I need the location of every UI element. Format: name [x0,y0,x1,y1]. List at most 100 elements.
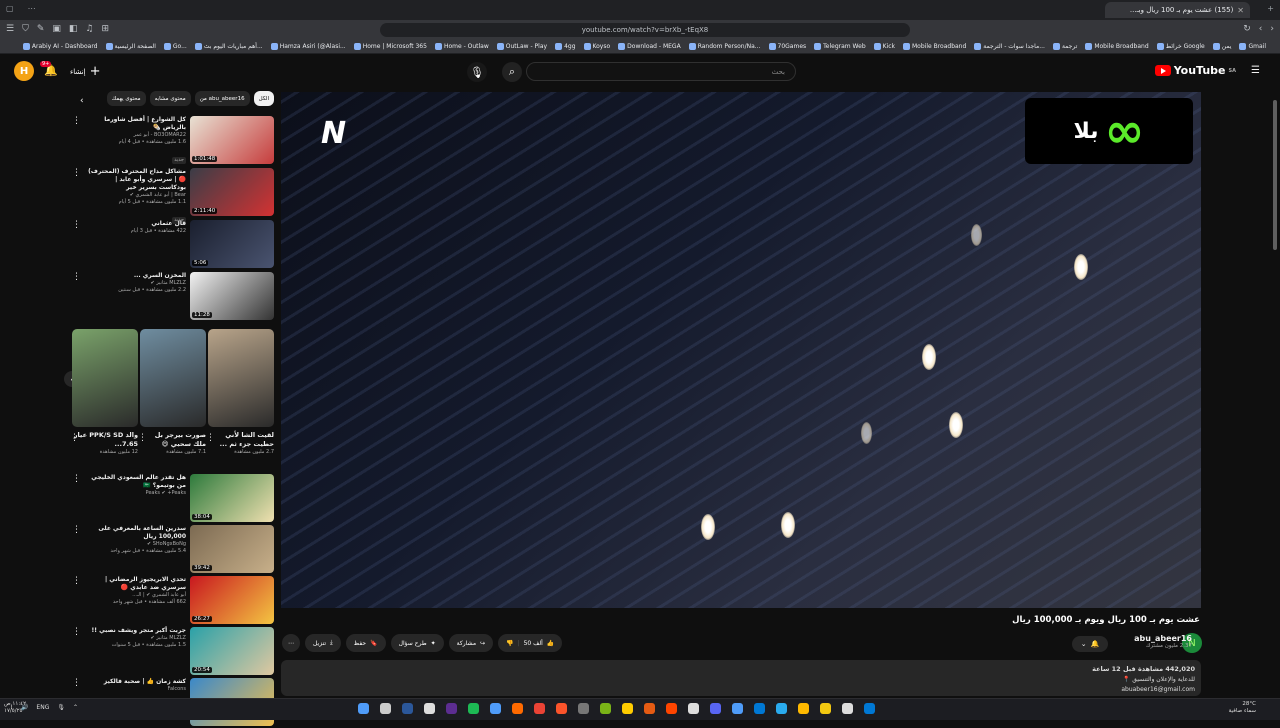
ask-button[interactable]: طرح سؤال ✦ [390,634,444,652]
taskbar-app-icon[interactable] [644,703,655,714]
video-title[interactable]: جربت أكبر متجر ويشف نصبي !! [86,627,186,635]
more-options-icon[interactable]: ⋮ [72,220,81,230]
video-thumbnail[interactable]: 2:11:40 [190,168,274,216]
taskbar-app-icon[interactable] [864,703,875,714]
bookmark-item[interactable]: Gmail [1239,43,1266,50]
address-bar[interactable]: youtube.com/watch?v=brXb_-tEqX8 [380,23,910,37]
restore-icon[interactable]: ▢ [6,4,14,13]
taskbar-app-icon[interactable] [820,703,831,714]
download-button[interactable]: تنزيل ⤓ [305,634,341,652]
channel-name[interactable]: Peaks ✔ +Peaks [86,490,186,497]
bookmark-item[interactable]: Telegram Web [814,43,866,50]
bookmark-item[interactable]: 4gg [555,43,576,50]
related-video[interactable]: 38:04 هل تقدر عالم السعودي الخليجي من بو… [72,474,274,524]
subscribed-button[interactable]: ⌄ 🔔 [1072,636,1108,652]
chip-channel[interactable]: من abu_abeer16 [194,91,250,106]
chip-for-you[interactable]: محتوى يهمك [106,91,146,106]
short-thumbnail[interactable] [208,329,274,427]
channel-owner[interactable]: abu_abeer16 2.37 مليون مشترك [1134,634,1192,649]
bookmark-item[interactable]: 70Games [768,43,806,50]
video-title[interactable]: تحدي الابريجيوز الرمضاني | سرسري ضد عابد… [86,576,186,592]
tab-active[interactable]: ✕ (155) عشت يوم بـ 100 ريال وبـ... [1105,2,1250,18]
taskbar-app-icon[interactable] [512,703,523,714]
create-button[interactable]: إنشاء + [70,64,100,79]
chevron-up-icon[interactable]: ⌃ [73,704,78,711]
more-actions-button[interactable]: ⋯ [282,634,300,652]
music-icon[interactable]: ♫ [85,24,93,34]
clock[interactable]: ١١:٤٢ ص ١٧/٥/٢٥ [4,701,26,715]
search-icon[interactable]: ⌕ [502,62,522,82]
taskbar-app-icon[interactable] [666,703,677,714]
bookmark-item[interactable]: OutLaw - Play [496,43,547,50]
page-scrollbar[interactable] [1273,100,1277,250]
taskbar-app-icon[interactable] [556,703,567,714]
bookmark-item[interactable]: Go... [163,43,187,50]
menu-icon[interactable]: ☰ [6,24,14,34]
short-more-icon[interactable]: ⋮ [206,433,215,443]
screen-icon[interactable]: ⊞ [102,24,110,34]
short-title[interactable]: والد PPK/S SD عيار 7.65... [72,431,138,449]
more-options-icon[interactable]: ⋮ [72,474,81,484]
bookmark-item[interactable]: ماجدا سوات - الترجمة... [974,43,1045,50]
taskbar-app-icon[interactable] [380,703,391,714]
new-tab-icon[interactable]: + [1267,4,1274,13]
mic-icon[interactable]: 🎙 [467,62,487,82]
taskbar-app-icon[interactable] [732,703,743,714]
taskbar-app-icon[interactable] [446,703,457,714]
taskbar-app-icon[interactable] [490,703,501,714]
bookmark-item[interactable]: Koyso [583,43,610,50]
taskbar-app-icon[interactable] [578,703,589,714]
channel-name[interactable]: MLZLZ مثانيز ✔ [86,280,187,287]
taskbar-app-icon[interactable] [842,703,853,714]
related-video[interactable]: 2:11:40 مشاكل مداح المحترف (المحترف) 🔴 |… [72,168,274,224]
short-title[interactable]: صورت بيرجر بل ملك سحبي 😄 [140,431,206,449]
video-title[interactable]: سدرين الساعة بالمعرفي على 100,000 ريال [86,525,186,541]
more-options-icon[interactable]: ⋮ [72,525,81,535]
short-thumbnail[interactable] [140,329,206,427]
more-options-icon[interactable]: ⋮ [72,627,81,637]
more-options-icon[interactable]: ⋮ [72,576,81,586]
chip-all[interactable]: الكل [253,91,274,106]
avatar[interactable]: H [14,61,34,81]
guide-menu-icon[interactable]: ☰ [1251,65,1260,76]
taskbar-app-icon[interactable] [600,703,611,714]
mic-tray-icon[interactable]: 🎙 [57,704,65,711]
video-title[interactable]: كشة زمان 👍 | صحبة فالكيز [86,678,186,686]
related-video[interactable]: 11:28 المخزن السري ... MLZLZ مثانيز ✔ 2.… [72,272,274,322]
dots-icon[interactable]: ⋯ [28,4,36,13]
video-thumbnail[interactable]: 38:04 [190,474,274,522]
short-more-icon[interactable]: ⋮ [70,433,79,443]
chip-similar[interactable]: محتوى مشابه [149,91,191,106]
channel-name[interactable]: BO3OMAR22 - أبو عمر [86,132,186,139]
forward-icon[interactable]: › [1270,24,1274,34]
bookmark-item[interactable]: Kick [873,43,895,50]
video-thumbnail[interactable]: 39:42 [190,525,274,573]
taskbar-app-icon[interactable] [468,703,479,714]
related-video[interactable]: 20:54 جربت أكبر متجر ويشف نصبي !! MLZLZ … [72,627,274,677]
bookmark-item[interactable]: Random Person/Na... [688,43,761,50]
video-title[interactable]: المخزن السري ... [86,272,186,280]
channel-name[interactable]: MLZLZ مثانيز ✔ [86,635,187,642]
window-icon[interactable]: ▣ [52,24,61,34]
weather-widget[interactable]: 28°C سماء صافية [1229,701,1256,715]
related-video[interactable]: 5:06 قال عثماني 422 مشاهدة • قبل 3 أيام … [72,220,274,270]
like-icon[interactable]: 👍 [547,640,554,647]
taskbar-app-icon[interactable] [754,703,765,714]
taskbar-app-icon[interactable] [424,703,435,714]
short-title[interactable]: لقيت الشا لأني حطيت جزء ثم ... [208,431,274,449]
video-thumbnail[interactable]: 20:54 [190,627,274,675]
video-player[interactable]: N بلا ∞ [281,92,1201,608]
taskbar-app-icon[interactable] [534,703,545,714]
taskbar-app-icon[interactable] [622,703,633,714]
channel-name[interactable]: SHoNgxBoNg ✔ [86,541,186,548]
shield-icon[interactable]: ⛉ [22,24,29,34]
like-dislike[interactable]: 👎 | 50 ألف 👍 [498,634,563,652]
video-thumbnail[interactable]: 11:28 [190,272,274,320]
taskbar-app-icon[interactable] [358,703,369,714]
bookmark-item[interactable]: Hamza Asiri (@Alasi... [270,43,346,50]
bookmark-item[interactable]: Arabiy AI - Dashboard [22,43,98,50]
video-thumbnail[interactable]: 5:06 [190,220,274,268]
bookmark-item[interactable]: الصفحة الرئيسية [105,43,156,50]
bookmark-item[interactable]: Download - MEGA [618,43,681,50]
bookmark-item[interactable]: Mobile Broadband [1085,43,1149,50]
